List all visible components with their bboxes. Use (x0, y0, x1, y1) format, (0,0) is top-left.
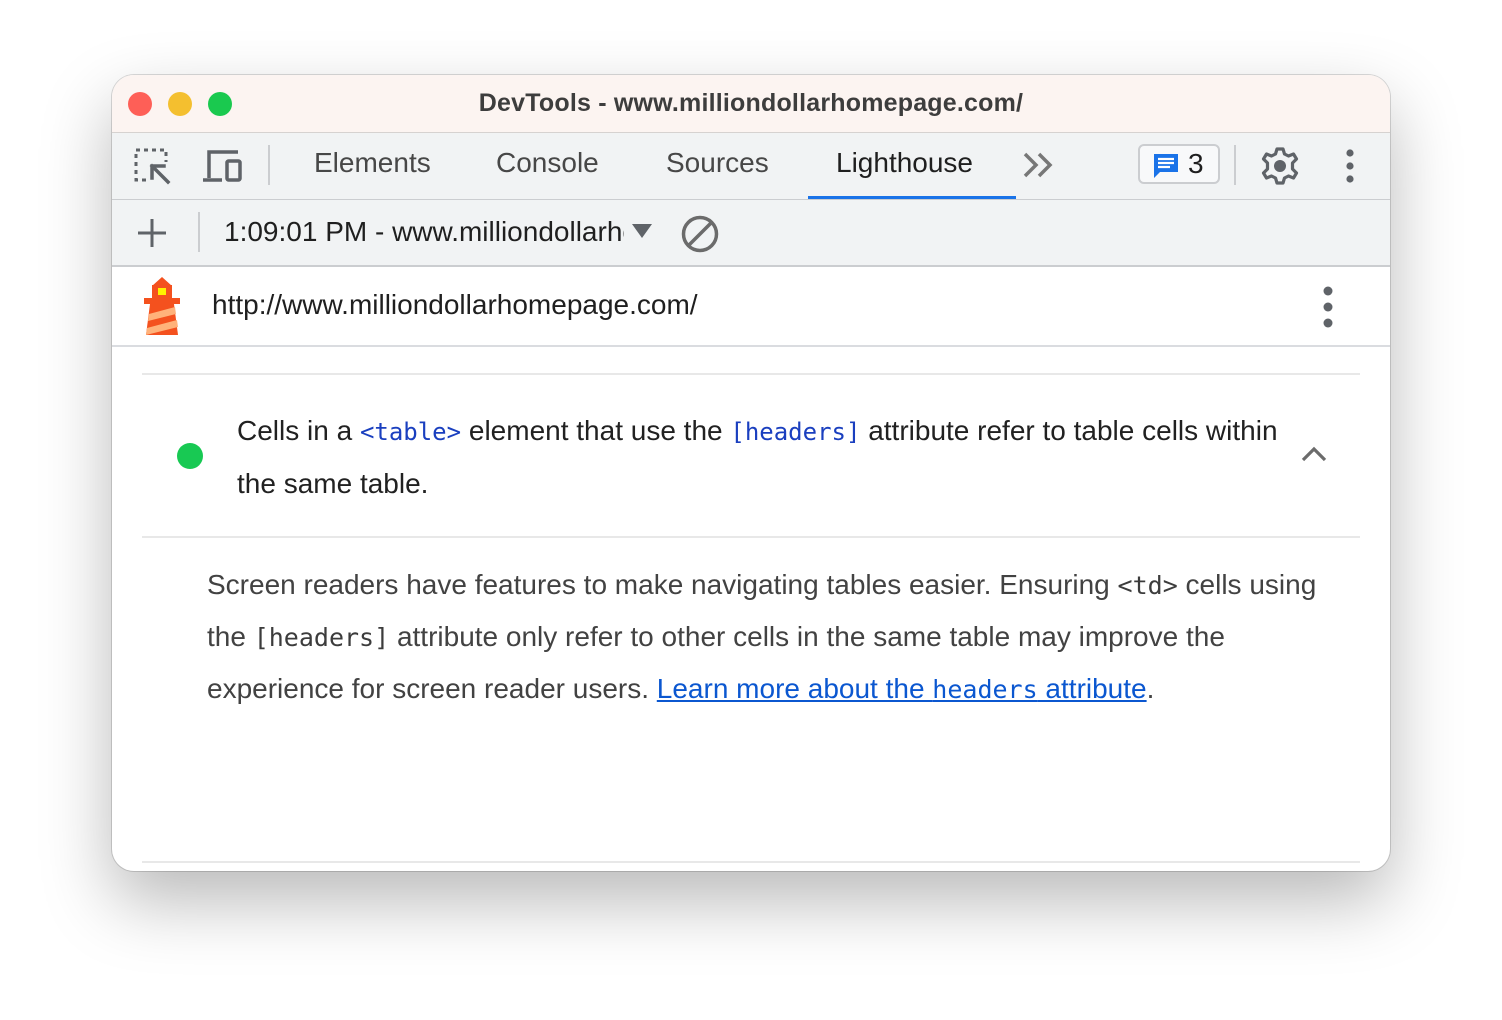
message-icon (1153, 153, 1179, 184)
audit-pass-status-icon (177, 443, 203, 469)
collapse-chevron-up-icon[interactable] (1300, 445, 1328, 468)
code-td: <td> (1117, 571, 1178, 600)
tab-elements[interactable]: Elements (314, 147, 431, 179)
lighthouse-logo-icon (142, 276, 182, 341)
learn-more-link[interactable]: Learn more about the headers attribute (657, 673, 1147, 704)
report-selector-dropdown[interactable]: 1:09:01 PM - www.milliondollarhomepage.c… (224, 216, 624, 248)
lighthouse-toolbar: 1:09:01 PM - www.milliondollarhomepage.c… (112, 200, 1390, 267)
settings-gear-icon[interactable] (1260, 146, 1300, 191)
window-title: DevTools - www.milliondollarhomepage.com… (478, 89, 1024, 117)
dropdown-triangle-icon[interactable] (632, 224, 652, 243)
new-report-plus-icon[interactable] (136, 217, 168, 254)
title-bar: DevTools - www.milliondollarhomepage.com… (112, 75, 1390, 133)
audit-description: Screen readers have features to make nav… (207, 569, 1317, 704)
toolbar-divider (268, 145, 270, 185)
divider (142, 373, 1360, 375)
device-toolbar-icon[interactable] (202, 148, 244, 191)
tab-lighthouse[interactable]: Lighthouse (836, 147, 973, 179)
divider (142, 536, 1360, 538)
more-options-icon[interactable] (1342, 149, 1358, 188)
code-table: <table> (359, 418, 462, 446)
report-url-row: http://www.milliondollarhomepage.com/ (112, 267, 1390, 347)
code-headers: [headers] (253, 623, 390, 652)
code-headers: [headers] (730, 418, 861, 446)
audit-title[interactable]: Cells in a <table> element that use the … (237, 405, 1297, 510)
tab-console[interactable]: Console (496, 147, 599, 179)
issues-count: 3 (1188, 148, 1204, 179)
inspect-element-icon[interactable] (134, 148, 174, 191)
clear-all-block-icon[interactable] (680, 214, 720, 259)
report-menu-icon[interactable] (1320, 286, 1336, 333)
report-url: http://www.milliondollarhomepage.com/ (212, 289, 698, 320)
toolbar-divider (1234, 145, 1236, 185)
toolbar-divider (198, 212, 200, 252)
devtools-window: DevTools - www.milliondollarhomepage.com… (112, 75, 1390, 871)
issues-counter-button[interactable]: 3 (1138, 144, 1220, 184)
report-selector-value: 1:09:01 PM - www.milliondollarhomepage.c… (224, 216, 624, 247)
more-tabs-icon[interactable] (1022, 151, 1056, 184)
divider (142, 861, 1360, 863)
active-tab-indicator (808, 196, 1016, 199)
panel-tab-bar: Elements Console Sources Lighthouse 3 (112, 133, 1390, 201)
tab-sources[interactable]: Sources (666, 147, 769, 179)
